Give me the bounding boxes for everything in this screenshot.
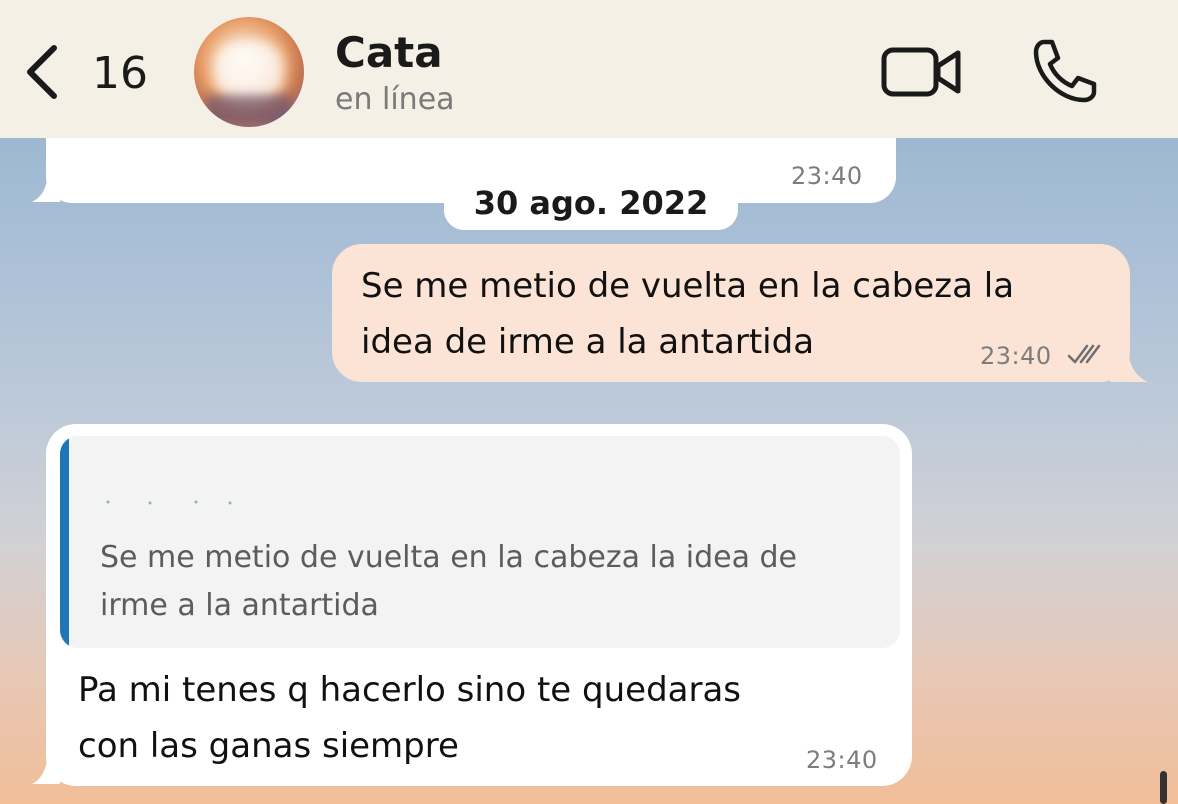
message-text-line: con las ganas siempre: [78, 726, 459, 766]
video-camera-icon[interactable]: [880, 44, 964, 100]
bubble-tail: [32, 168, 60, 202]
quoted-text: Se me metio de vuelta en la cabeza la id…: [100, 534, 890, 630]
message-bubble-outgoing[interactable]: Se me metio de vuelta en la cabeza la id…: [332, 244, 1130, 382]
date-separator: 30 ago. 2022: [444, 176, 738, 230]
scrollbar[interactable]: [1160, 771, 1167, 804]
message-text: Se me metio de vuelta en la cabeza la: [361, 266, 1015, 306]
unread-count[interactable]: 16: [92, 48, 148, 99]
avatar-blur: [206, 95, 292, 125]
message-text-line: Pa mi tenes q hacerlo sino te quedaras: [78, 670, 742, 710]
double-check-icon: [1067, 344, 1101, 364]
contact-status: en línea: [335, 82, 455, 117]
quoted-text-line: Se me metio de vuelta en la cabeza la id…: [100, 540, 798, 575]
message-text: idea de irme a la antartida: [361, 322, 815, 362]
bubble-tail: [32, 748, 60, 784]
avatar[interactable]: [194, 17, 304, 127]
bubble-tail: [1110, 346, 1148, 382]
message-time: 23:40: [806, 746, 878, 774]
contact-name[interactable]: Cata: [335, 28, 443, 77]
message-bubble-incoming[interactable]: Se me metio de vuelta en la cabeza la id…: [46, 424, 912, 786]
chevron-left-icon[interactable]: [22, 42, 62, 102]
message-time: 23:40: [980, 342, 1052, 370]
avatar-blur: [214, 41, 284, 101]
quoted-message[interactable]: Se me metio de vuelta en la cabeza la id…: [60, 436, 900, 648]
quote-accent-bar: [60, 436, 69, 648]
quoted-text-line: irme a la antartida: [100, 588, 379, 623]
message-time: 23:40: [791, 162, 863, 190]
message-text: Pa mi tenes q hacerlo sino te quedaras c…: [78, 662, 838, 774]
chat-header: 16 Cata en línea: [0, 0, 1178, 138]
phone-icon[interactable]: [1030, 36, 1100, 106]
quote-author-redacted: [106, 500, 232, 505]
